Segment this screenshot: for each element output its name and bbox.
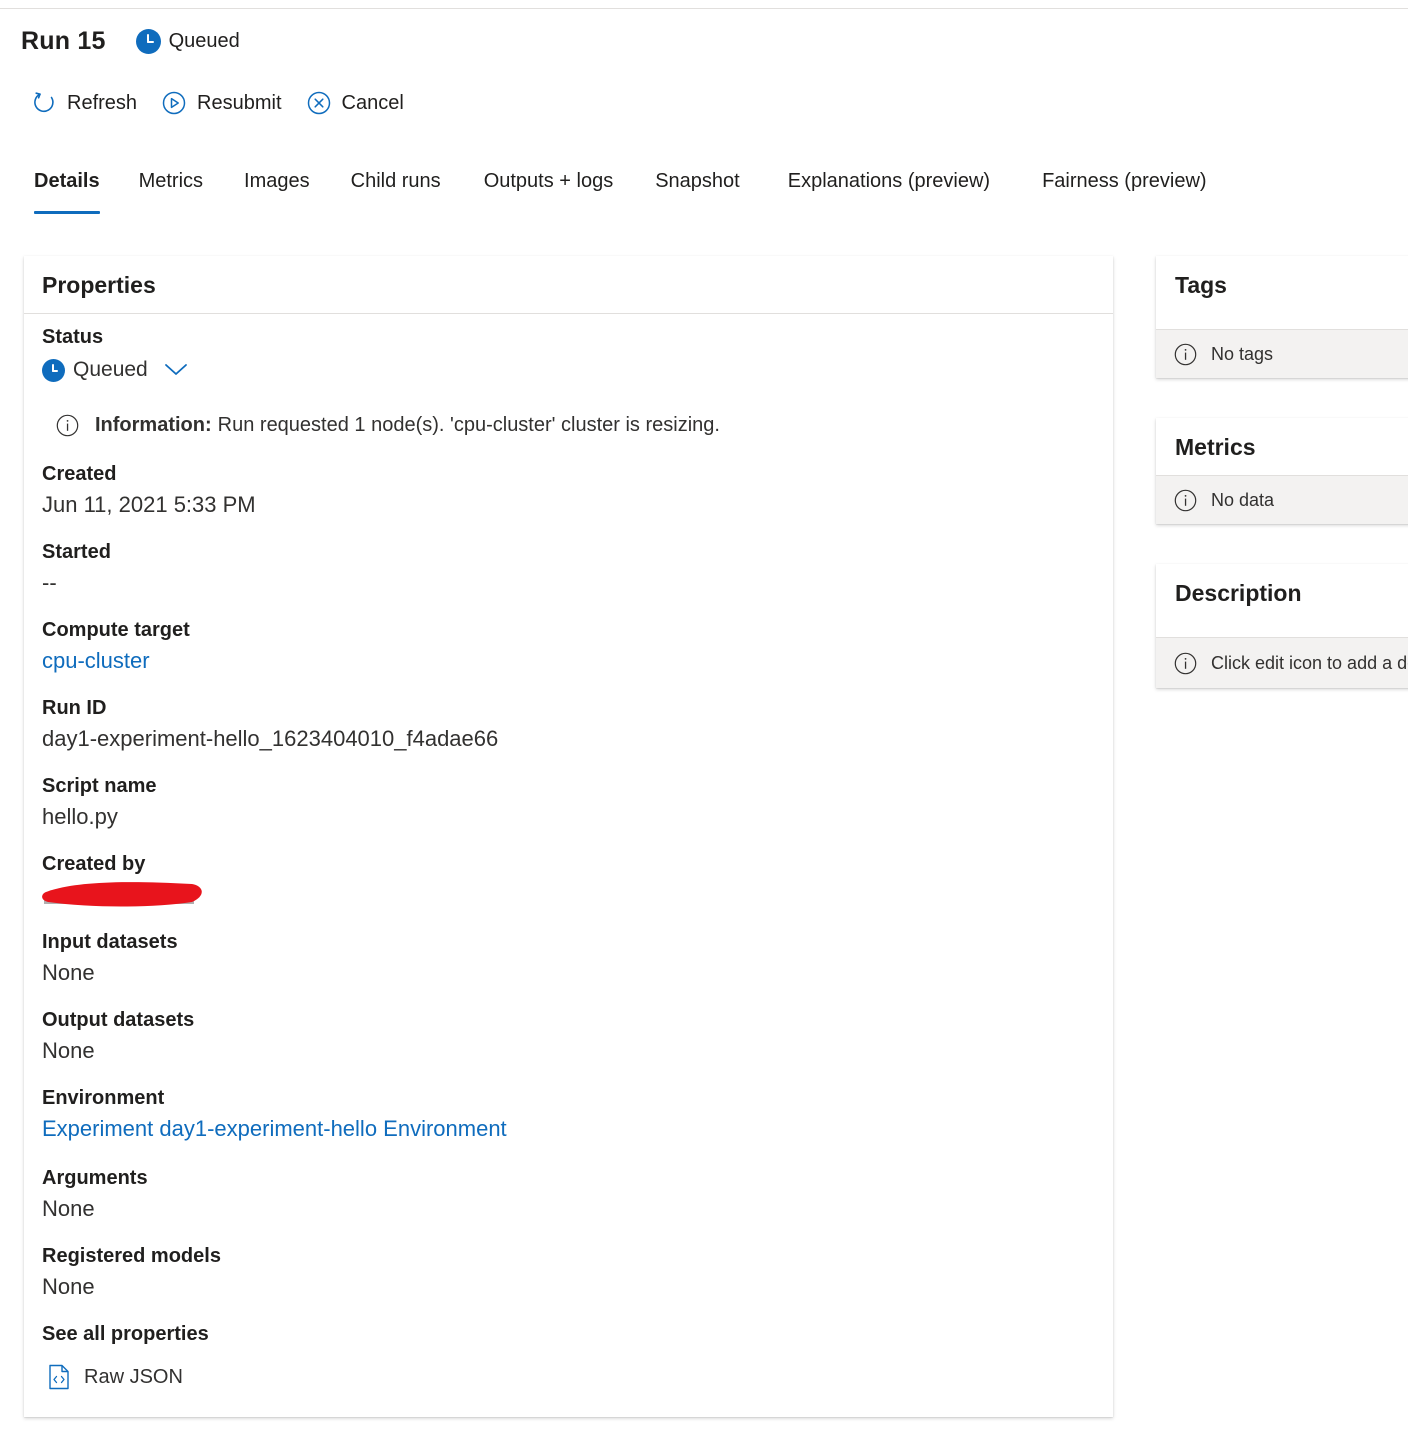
tab-details[interactable]: Details (34, 160, 100, 214)
description-title: Description (1175, 580, 1302, 606)
redaction-mark (42, 882, 202, 907)
cancel-button[interactable]: Cancel (306, 90, 404, 116)
arguments-value: None (42, 1196, 95, 1221)
metrics-empty-text: No data (1211, 489, 1275, 510)
cancel-label: Cancel (341, 91, 404, 114)
registered-models-value: None (42, 1274, 95, 1299)
tab-list: Details Metrics Images Child runs Output… (34, 160, 1207, 216)
page-title: Run 15 (21, 26, 106, 55)
tab-outputs-logs[interactable]: Outputs + logs (484, 160, 614, 214)
info-label: Information: (95, 414, 212, 436)
resubmit-label: Resubmit (197, 91, 282, 114)
tags-empty-message: No tags (1156, 329, 1408, 378)
metrics-empty-message: No data (1156, 475, 1408, 524)
metrics-title: Metrics (1175, 434, 1256, 460)
run-header: Run 15 Queued (21, 24, 240, 58)
clock-icon (42, 358, 65, 382)
raw-json-link[interactable]: Raw JSON (48, 1364, 183, 1390)
status-label: Status (42, 326, 104, 348)
refresh-icon (34, 92, 54, 113)
tags-title: Tags (1175, 272, 1227, 298)
info-message: Information: Run requested 1 node(s). 'c… (56, 414, 720, 437)
info-icon (1174, 343, 1197, 365)
created-by-label: Created by (42, 853, 146, 875)
metrics-card: Metrics No data (1156, 418, 1408, 524)
created-label: Created (42, 463, 117, 485)
properties-card: Properties Status Queued Information: Ru… (24, 256, 1113, 1417)
input-datasets-label: Input datasets (42, 931, 178, 953)
info-icon (1174, 489, 1197, 511)
code-file-icon (49, 1364, 69, 1390)
registered-models-label: Registered models (42, 1245, 221, 1267)
description-card: Description Click edit icon to add a des… (1156, 564, 1408, 688)
tab-child-runs[interactable]: Child runs (351, 160, 441, 214)
compute-target-link[interactable]: cpu-cluster (42, 648, 150, 674)
arguments-label: Arguments (42, 1167, 148, 1189)
chevron-down-icon (164, 364, 187, 375)
output-datasets-label: Output datasets (42, 1009, 195, 1031)
top-divider (0, 8, 1408, 9)
tags-empty-text: No tags (1211, 343, 1274, 364)
resubmit-button[interactable]: Resubmit (161, 90, 282, 116)
status-value: Queued (73, 358, 148, 381)
refresh-button[interactable]: Refresh (31, 90, 137, 116)
raw-json-label: Raw JSON (84, 1365, 183, 1388)
info-icon (1174, 652, 1197, 674)
properties-title: Properties (42, 272, 156, 298)
status-text: Queued (168, 29, 240, 52)
description-empty-message: Click edit icon to add a description (1156, 637, 1408, 688)
run-id-label: Run ID (42, 697, 107, 719)
refresh-label: Refresh (67, 91, 138, 114)
properties-divider (24, 313, 1113, 314)
play-circle-icon (162, 91, 186, 115)
see-all-properties-label: See all properties (42, 1323, 209, 1345)
created-value: Jun 11, 2021 5:33 PM (42, 492, 256, 517)
command-bar: Refresh Resubmit Cancel (31, 86, 428, 120)
tab-explanations[interactable]: Explanations (preview) (788, 160, 990, 214)
info-text: Run requested 1 node(s). 'cpu-cluster' c… (217, 414, 720, 436)
status-dropdown[interactable]: Queued (42, 358, 188, 382)
run-id-value: day1-experiment-hello_1623404010_f4adae6… (42, 726, 499, 751)
script-name-label: Script name (42, 775, 157, 797)
description-empty-text: Click edit icon to add a description (1211, 652, 1408, 673)
tab-snapshot[interactable]: Snapshot (655, 160, 740, 214)
info-icon (56, 414, 79, 437)
tab-metrics[interactable]: Metrics (139, 160, 203, 214)
started-label: Started (42, 541, 111, 563)
tab-images[interactable]: Images (244, 160, 310, 214)
status-badge: Queued (135, 28, 240, 54)
compute-target-label: Compute target (42, 619, 190, 641)
environment-link[interactable]: Experiment day1-experiment-hello Environ… (42, 1116, 507, 1142)
clock-icon (135, 28, 161, 54)
script-name-value: hello.py (42, 804, 118, 829)
started-value: -- (42, 570, 57, 595)
cancel-circle-icon (307, 91, 330, 115)
tags-card: Tags No tags (1156, 256, 1408, 378)
environment-label: Environment (42, 1087, 165, 1109)
tab-fairness[interactable]: Fairness (preview) (1042, 160, 1206, 214)
output-datasets-value: None (42, 1038, 95, 1063)
input-datasets-value: None (42, 960, 95, 985)
